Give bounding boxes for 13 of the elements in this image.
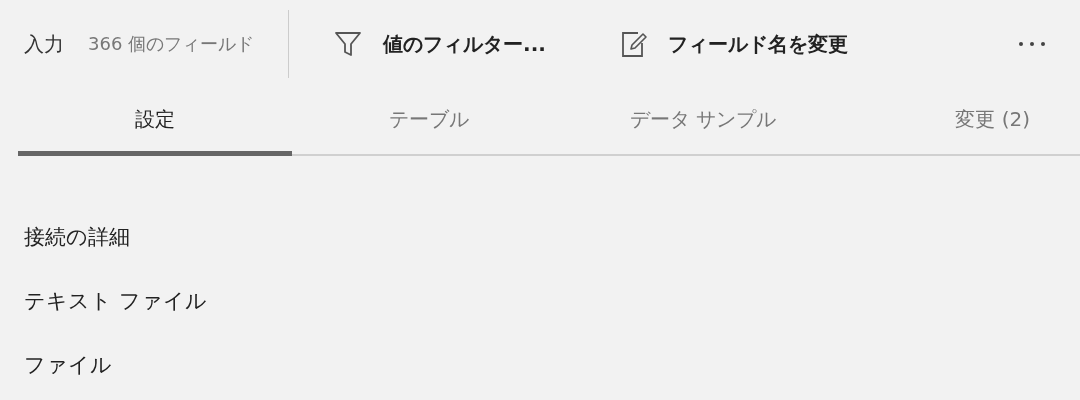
tab[interactable]: 設定 xyxy=(18,88,292,156)
more-icon[interactable] xyxy=(1018,41,1046,47)
tab[interactable]: データ サンプル xyxy=(566,88,840,156)
panel-title: 入力 xyxy=(24,30,64,58)
field-count: 366 個のフィールド xyxy=(88,32,255,56)
filter-button[interactable]: 値のフィルター... xyxy=(333,29,546,59)
filter-icon xyxy=(333,29,364,59)
section-heading[interactable]: 接続の詳細 xyxy=(24,222,130,252)
section-heading[interactable]: ファイル xyxy=(24,350,112,380)
tab[interactable]: 変更 (2) xyxy=(840,88,1070,156)
section-heading[interactable]: テキスト ファイル xyxy=(24,286,207,316)
rename-button[interactable]: フィールド名を変更 xyxy=(617,29,848,59)
tab[interactable]: テーブル xyxy=(292,88,566,156)
